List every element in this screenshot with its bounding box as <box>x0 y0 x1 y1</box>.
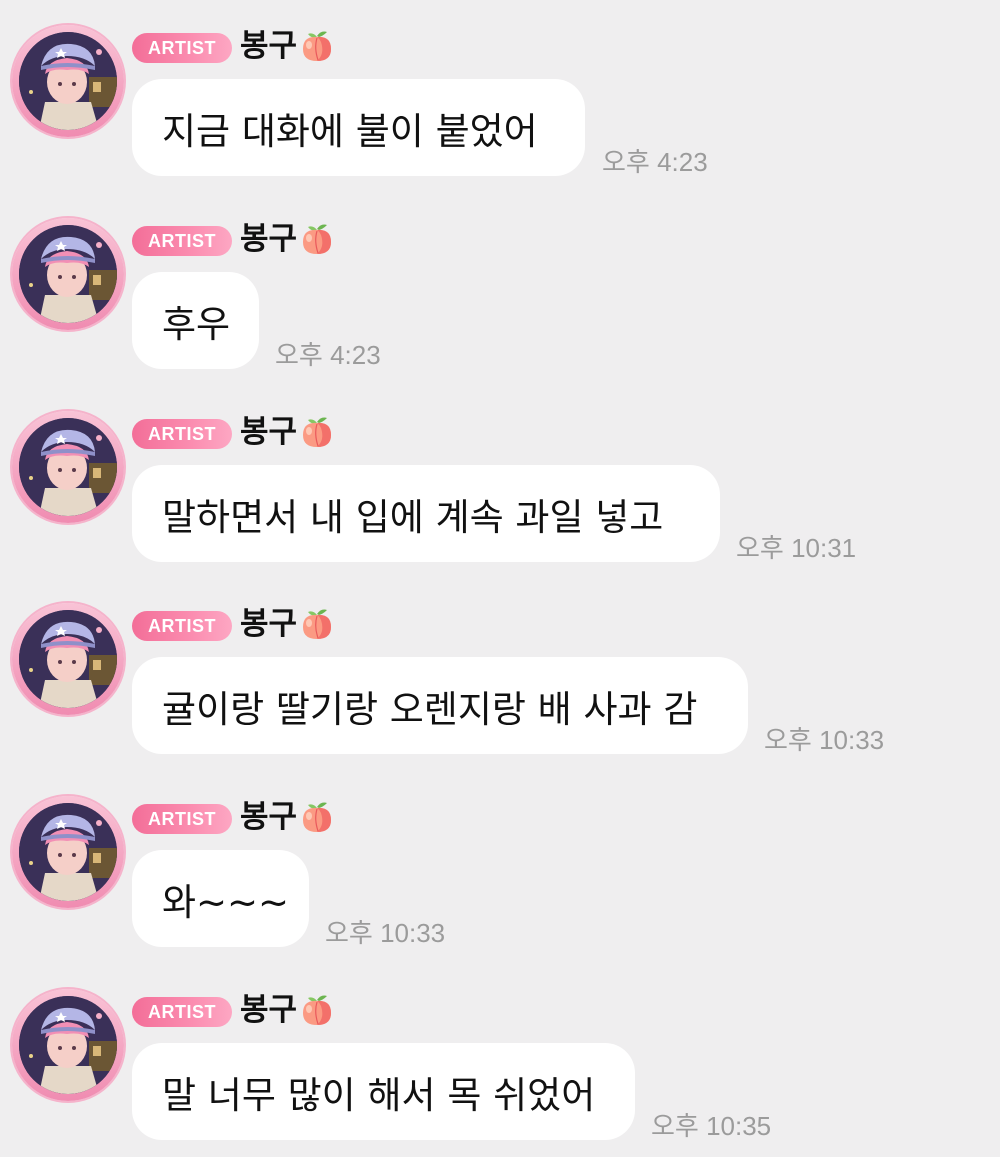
message-time: 오후 10:35 <box>651 1111 772 1141</box>
avatar-illustration <box>19 996 117 1094</box>
chat-message: ARTIST 봉구 와~~~ 오후 10:33 <box>0 771 1000 964</box>
peach-icon <box>299 414 335 450</box>
sender-name: 봉구 <box>240 414 298 450</box>
chat-message-list: ARTIST 봉구 지금 대화에 불이 붙었어 오후 4:23 ARTIST 봉… <box>0 0 1000 1155</box>
sender-name-row: 봉구 <box>240 797 335 837</box>
peach-icon <box>299 28 335 64</box>
artist-badge: ARTIST <box>132 226 232 256</box>
sender-name: 봉구 <box>240 799 298 835</box>
artist-badge: ARTIST <box>132 33 232 63</box>
chat-message: ARTIST 봉구 말 너무 많이 해서 목 쉬었어 오후 10:35 <box>0 964 1000 1157</box>
chat-message: ARTIST 봉구 후우 오후 4:23 <box>0 193 1000 386</box>
message-time: 오후 10:33 <box>764 725 885 755</box>
artist-badge: ARTIST <box>132 419 232 449</box>
sender-name-row: 봉구 <box>240 604 335 644</box>
message-bubble[interactable]: 말하면서 내 입에 계속 과일 넣고 <box>132 465 720 562</box>
sender-name: 봉구 <box>240 992 298 1028</box>
message-time: 오후 10:31 <box>736 533 857 563</box>
peach-icon <box>299 221 335 257</box>
avatar-image <box>19 32 117 130</box>
peach-icon <box>299 606 335 642</box>
sender-avatar[interactable] <box>12 989 124 1101</box>
chat-message: ARTIST 봉구 귤이랑 딸기랑 오렌지랑 배 사과 감 오후 10:33 <box>0 578 1000 771</box>
message-time: 오후 10:33 <box>325 918 446 948</box>
sender-avatar[interactable] <box>12 603 124 715</box>
peach-icon <box>299 799 335 835</box>
sender-name: 봉구 <box>240 221 298 257</box>
message-bubble[interactable]: 귤이랑 딸기랑 오렌지랑 배 사과 감 <box>132 657 748 754</box>
avatar-illustration <box>19 225 117 323</box>
message-bubble[interactable]: 후우 <box>132 272 259 369</box>
chat-message: ARTIST 봉구 말하면서 내 입에 계속 과일 넣고 오후 10:31 <box>0 386 1000 579</box>
artist-badge: ARTIST <box>132 804 232 834</box>
avatar-image <box>19 996 117 1094</box>
avatar-illustration <box>19 418 117 516</box>
avatar-illustration <box>19 610 117 708</box>
sender-avatar[interactable] <box>12 218 124 330</box>
sender-avatar[interactable] <box>12 411 124 523</box>
message-bubble[interactable]: 지금 대화에 불이 붙었어 <box>132 79 585 176</box>
peach-icon <box>299 992 335 1028</box>
sender-name-row: 봉구 <box>240 990 335 1030</box>
sender-name-row: 봉구 <box>240 26 335 66</box>
avatar-image <box>19 225 117 323</box>
sender-name-row: 봉구 <box>240 219 335 259</box>
avatar-image <box>19 803 117 901</box>
avatar-illustration <box>19 32 117 130</box>
sender-avatar[interactable] <box>12 25 124 137</box>
message-time: 오후 4:23 <box>602 147 708 177</box>
sender-name-row: 봉구 <box>240 412 335 452</box>
avatar-illustration <box>19 803 117 901</box>
message-time: 오후 4:23 <box>275 340 381 370</box>
artist-badge: ARTIST <box>132 997 232 1027</box>
avatar-image <box>19 418 117 516</box>
sender-name: 봉구 <box>240 28 298 64</box>
sender-name: 봉구 <box>240 606 298 642</box>
chat-message: ARTIST 봉구 지금 대화에 불이 붙었어 오후 4:23 <box>0 0 1000 193</box>
sender-avatar[interactable] <box>12 796 124 908</box>
avatar-image <box>19 610 117 708</box>
message-bubble[interactable]: 와~~~ <box>132 850 309 947</box>
artist-badge: ARTIST <box>132 611 232 641</box>
message-bubble[interactable]: 말 너무 많이 해서 목 쉬었어 <box>132 1043 635 1140</box>
